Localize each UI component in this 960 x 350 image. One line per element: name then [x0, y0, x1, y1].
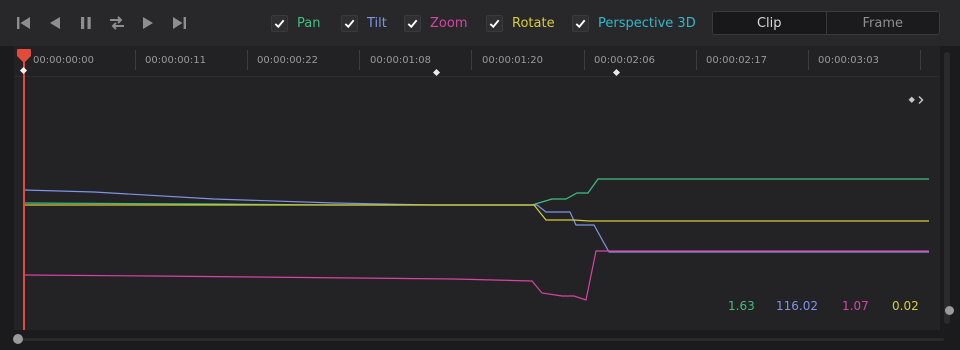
checkmark-icon — [271, 14, 288, 32]
skip-to-end-icon[interactable] — [169, 13, 189, 33]
zoom-curve[interactable] — [23, 250, 929, 301]
rotate-checkbox[interactable]: Rotate — [486, 13, 555, 33]
playhead-line — [23, 56, 25, 330]
next-keyframe-icon — [908, 96, 924, 104]
playhead-handle[interactable] — [16, 48, 32, 64]
frame-option[interactable]: Frame — [825, 12, 940, 34]
keyframe-toolbar: Pan Tilt Zoom Rotate Perspective 3D Clip… — [0, 0, 960, 46]
clip-option[interactable]: Clip — [713, 12, 826, 34]
pan-label: Pan — [297, 15, 321, 31]
perspective-3d-checkbox[interactable]: Perspective 3D — [572, 13, 696, 33]
play-icon[interactable] — [138, 13, 158, 33]
perspective-3d-label: Perspective 3D — [598, 15, 696, 31]
vertical-scroll-thumb[interactable] — [945, 306, 954, 315]
vertical-scrollbar[interactable] — [944, 52, 950, 324]
checkmark-icon — [341, 14, 358, 32]
checkmark-icon — [572, 14, 589, 32]
curves-graph[interactable] — [14, 46, 940, 330]
tilt-label: Tilt — [367, 15, 387, 31]
checkmark-icon — [486, 14, 503, 32]
horizontal-scrollbar[interactable] — [14, 338, 944, 341]
keyframe-navigation[interactable] — [907, 90, 927, 104]
curve-editor[interactable]: 00:00:00:00 00:00:00:11 00:00:00:22 00:0… — [14, 46, 940, 330]
rotate-label: Rotate — [512, 15, 555, 31]
loop-icon[interactable] — [107, 13, 127, 33]
zoom-label: Zoom — [430, 15, 468, 31]
step-back-icon[interactable] — [45, 13, 65, 33]
checkmark-icon — [404, 14, 421, 32]
tilt-checkbox[interactable]: Tilt — [341, 13, 387, 33]
horizontal-scroll-thumb[interactable] — [13, 334, 23, 344]
zoom-checkbox[interactable]: Zoom — [404, 13, 467, 33]
skip-to-start-icon[interactable] — [14, 13, 34, 33]
clip-frame-toggle: Clip Frame — [712, 11, 940, 35]
rotate-curve[interactable] — [24, 204, 929, 222]
pause-icon[interactable] — [76, 13, 96, 33]
pan-curve[interactable] — [23, 178, 929, 206]
pan-checkbox[interactable]: Pan — [271, 13, 320, 33]
